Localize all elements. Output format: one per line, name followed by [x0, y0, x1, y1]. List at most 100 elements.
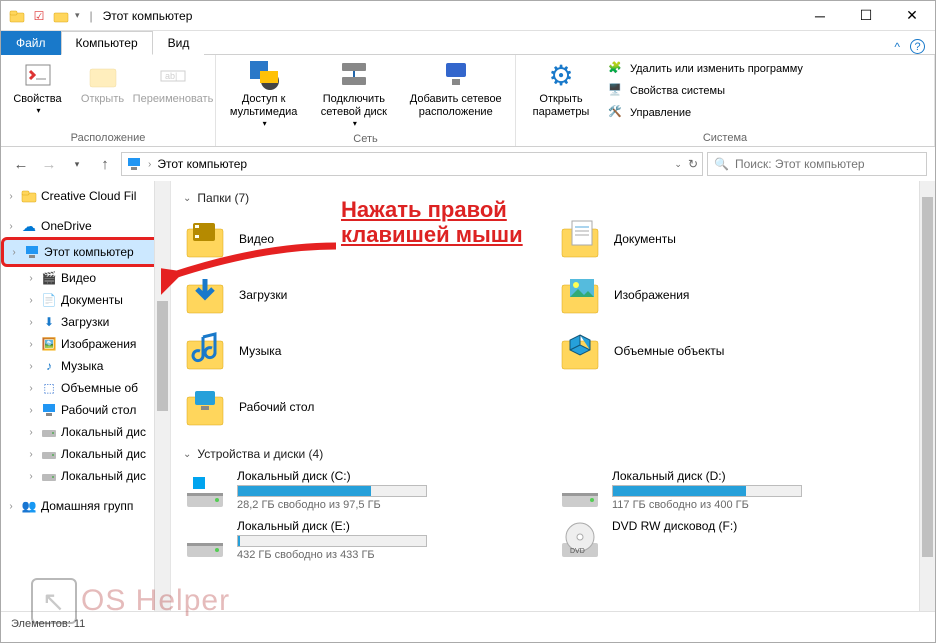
main-scrollbar[interactable]	[919, 181, 935, 611]
collapse-ribbon-icon[interactable]: ^	[894, 40, 900, 54]
folder-name: Изображения	[614, 288, 689, 302]
add-network-location-button[interactable]: Добавить сетевое расположение	[402, 57, 509, 121]
sidebar-item[interactable]: ›🎬Видео	[1, 267, 170, 289]
forward-button[interactable]: →	[37, 152, 61, 176]
folder-name: Объемные объекты	[614, 344, 724, 358]
sidebar-item[interactable]: ›📄Документы	[1, 289, 170, 311]
drive-free-text: 432 ГБ свободно из 433 ГБ	[237, 549, 548, 561]
chevron-icon[interactable]: ›	[25, 427, 37, 438]
chevron-icon[interactable]: ›	[8, 247, 20, 258]
sidebar-item[interactable]: ›☁OneDrive	[1, 215, 170, 237]
folder-icon	[21, 188, 37, 204]
titlebar: ☑ ▾ | Этот компьютер ─ ☐ ✕	[1, 1, 935, 31]
sidebar-item[interactable]: ›👥Домашняя групп	[1, 495, 170, 517]
folder-item[interactable]: Загрузки	[183, 269, 548, 321]
sidebar-item[interactable]: ›Локальный дис	[1, 421, 170, 443]
sidebar-item[interactable]: ›⬇Загрузки	[1, 311, 170, 333]
sidebar-item[interactable]: › Рабочий стол	[1, 399, 170, 421]
drive-item[interactable]: Локальный диск (D:)117 ГБ свободно из 40…	[558, 469, 923, 513]
sidebar-item[interactable]: ›⬚Объемные об	[1, 377, 170, 399]
sidebar-item-label: Creative Cloud Fil	[41, 189, 136, 203]
folder-name: Видео	[239, 232, 274, 246]
media-access-button[interactable]: Доступ к мультимедиа▾	[222, 57, 305, 131]
back-button[interactable]: ←	[9, 152, 33, 176]
recent-button[interactable]: ▾	[65, 152, 89, 176]
qat-dropdown-icon[interactable]: ▾	[75, 10, 80, 21]
maximize-button[interactable]: ☐	[843, 1, 889, 31]
disk-icon	[558, 469, 602, 513]
pc-icon	[24, 244, 40, 260]
tab-file[interactable]: Файл	[1, 31, 61, 55]
sidebar-item-label: Локальный дис	[61, 447, 146, 461]
video-icon: 🎬	[41, 270, 57, 286]
sidebar-item[interactable]: ›♪Музыка	[1, 355, 170, 377]
chevron-icon[interactable]: ›	[5, 221, 17, 232]
music-folder-icon	[183, 329, 227, 373]
sidebar-item[interactable]: › Creative Cloud Fil	[1, 185, 170, 207]
chevron-icon[interactable]: ›	[25, 339, 37, 350]
folder-item[interactable]: Объемные объекты	[558, 325, 923, 377]
explorer-icon	[9, 8, 25, 24]
close-button[interactable]: ✕	[889, 1, 935, 31]
search-box[interactable]: 🔍	[707, 152, 927, 176]
chevron-icon[interactable]: ›	[25, 383, 37, 394]
drive-item[interactable]: DVD DVD RW дисковод (F:)	[558, 519, 923, 563]
homegroup-icon: 👥	[21, 498, 37, 514]
downloads-icon: ⬇	[41, 314, 57, 330]
address-dropdown-icon[interactable]: ⌄	[674, 159, 682, 170]
folders-section-header[interactable]: ⌄ Папки (7)	[183, 191, 923, 205]
folder-item[interactable]: Видео	[183, 213, 548, 265]
sidebar-item-this-pc[interactable]: ›Этот компьютер	[1, 237, 170, 267]
uninstall-button[interactable]: 🧩Удалить или изменить программу	[604, 59, 807, 79]
chevron-icon[interactable]: ›	[25, 361, 37, 372]
sidebar-scrollbar[interactable]	[154, 181, 170, 611]
folder-item[interactable]: Рабочий стол	[183, 381, 548, 433]
address-box[interactable]: › Этот компьютер ⌄ ↻	[121, 152, 703, 176]
images-folder-icon	[558, 273, 602, 317]
refresh-icon[interactable]: ↻	[688, 157, 698, 171]
drive-usage-bar	[237, 485, 427, 497]
minimize-button[interactable]: ─	[797, 1, 843, 31]
svg-text:ab|: ab|	[165, 71, 177, 81]
open-settings-button[interactable]: ⚙ Открыть параметры	[522, 57, 600, 121]
chevron-icon[interactable]: ›	[25, 449, 37, 460]
sidebar-item[interactable]: ›🖼️Изображения	[1, 333, 170, 355]
up-button[interactable]: ↑	[93, 152, 117, 176]
address-text: Этот компьютер	[157, 157, 247, 171]
system-properties-button[interactable]: 🖥️Свойства системы	[604, 81, 807, 101]
drive-item[interactable]: Локальный диск (E:)432 ГБ свободно из 43…	[183, 519, 548, 563]
help-icon[interactable]: ?	[910, 39, 925, 54]
drive-name: DVD RW дисковод (F:)	[612, 519, 923, 533]
desktop-folder-icon	[183, 385, 227, 429]
properties-button[interactable]: Свойства▾	[7, 57, 68, 118]
chevron-icon[interactable]: ›	[25, 317, 37, 328]
drives-section-header[interactable]: ⌄ Устройства и диски (4)	[183, 447, 923, 461]
chevron-icon[interactable]: ›	[25, 295, 37, 306]
tab-computer[interactable]: Компьютер	[61, 31, 153, 55]
sidebar-item-label: Изображения	[61, 337, 136, 351]
folder-item[interactable]: Музыка	[183, 325, 548, 377]
map-drive-button[interactable]: Подключить сетевой диск▾	[309, 57, 398, 131]
chevron-icon[interactable]: ›	[5, 191, 17, 202]
sidebar-item[interactable]: › Локальный дис	[1, 443, 170, 465]
chevron-icon[interactable]: ›	[25, 405, 37, 416]
3d-folder-icon	[558, 329, 602, 373]
sidebar-item[interactable]: ›Локальный дис	[1, 465, 170, 487]
qat-newfolder-icon[interactable]	[53, 8, 69, 24]
dvd-icon: DVD	[558, 519, 602, 563]
chevron-icon[interactable]: ›	[5, 501, 17, 512]
search-input[interactable]	[735, 157, 920, 171]
chevron-down-icon: ⌄	[183, 193, 191, 204]
drive-item[interactable]: Локальный диск (C:)28,2 ГБ свободно из 9…	[183, 469, 548, 513]
sidebar-item-label: Рабочий стол	[61, 403, 136, 417]
chevron-icon[interactable]: ›	[25, 471, 37, 482]
folder-item[interactable]: Изображения	[558, 269, 923, 321]
qat-properties-icon[interactable]: ☑	[31, 8, 47, 24]
disk-icon	[183, 519, 227, 563]
desktop-icon	[41, 402, 57, 418]
manage-button[interactable]: 🛠️Управление	[604, 103, 807, 123]
chevron-icon[interactable]: ›	[25, 273, 37, 284]
tab-view[interactable]: Вид	[153, 31, 205, 55]
folder-name: Документы	[614, 232, 676, 246]
folder-item[interactable]: Документы	[558, 213, 923, 265]
